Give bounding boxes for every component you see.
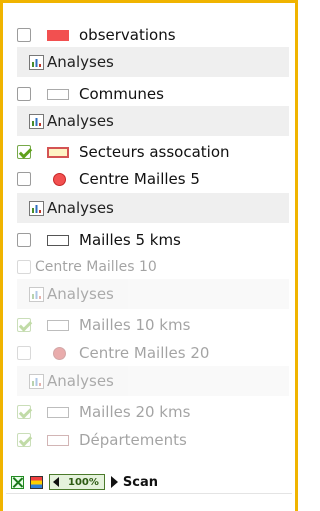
layer-checkbox-communes[interactable] (17, 87, 31, 101)
analyses-label: Analyses (47, 285, 114, 303)
layer-row-mailles5: Mailles 5 kms (17, 227, 287, 253)
palette-icon[interactable] (30, 475, 43, 489)
layer-checkbox-mailles5[interactable] (17, 233, 31, 247)
layer-checkbox-observations[interactable] (17, 28, 31, 42)
layer-panel: observations Analyses Communes Analyses … (0, 0, 298, 511)
layer-checkbox-departements[interactable] (17, 433, 31, 447)
analyses-chart-icon (29, 113, 44, 129)
arrow-left-icon[interactable] (53, 477, 59, 487)
layer-label-centre10: Centre Mailles 10 (35, 259, 157, 275)
analyses-row-communes[interactable]: Analyses (17, 106, 289, 136)
layer-label-centre20: Centre Mailles 20 (79, 344, 210, 362)
legend-point-icon (53, 346, 66, 360)
zoom-control[interactable]: 100% (49, 474, 105, 490)
analyses-chart-icon (29, 54, 44, 70)
select-all-icon[interactable] (11, 475, 24, 489)
layer-checkbox-centre5[interactable] (17, 172, 31, 186)
layer-row-observations: observations (17, 22, 287, 48)
zoom-value: 100% (68, 476, 99, 488)
analyses-label: Analyses (47, 53, 114, 71)
layer-checkbox-centre10[interactable] (17, 260, 31, 274)
layer-checkbox-centre20[interactable] (17, 346, 31, 360)
analyses-chart-icon (29, 200, 44, 216)
analyses-row-centre10[interactable]: Analyses (17, 279, 289, 309)
layer-checkbox-mailles10[interactable] (17, 318, 31, 332)
layer-label-communes: Communes (79, 85, 164, 103)
footer-controls: 100% Scan (11, 473, 158, 491)
layer-row-mailles10: Mailles 10 kms (17, 312, 287, 338)
legend-swatch-icon (47, 234, 69, 246)
analyses-label: Analyses (47, 199, 114, 217)
layer-label-secteurs: Secteurs assocation (79, 143, 230, 161)
analyses-row-centre5[interactable]: Analyses (17, 193, 289, 223)
layer-row-secteurs: Secteurs assocation (17, 139, 287, 165)
layer-label-mailles20: Mailles 20 kms (79, 403, 191, 421)
legend-swatch-icon (47, 146, 69, 158)
layer-row-departements: Départements (17, 427, 287, 453)
layer-row-centre20: Centre Mailles 20 (17, 340, 287, 366)
layer-row-communes: Communes (17, 81, 287, 107)
footer-divider (6, 493, 292, 494)
legend-swatch-icon (47, 88, 69, 100)
analyses-chart-icon (29, 286, 44, 302)
scan-button[interactable]: Scan (123, 475, 158, 490)
legend-swatch-icon (47, 319, 69, 331)
layer-label-mailles10: Mailles 10 kms (79, 316, 191, 334)
analyses-label: Analyses (47, 112, 114, 130)
layer-checkbox-secteurs[interactable] (17, 145, 31, 159)
layer-row-centre10: Centre Mailles 10 (17, 254, 287, 280)
layer-label-centre5: Centre Mailles 5 (79, 170, 200, 188)
legend-point-icon (53, 172, 66, 186)
layer-row-centre5: Centre Mailles 5 (17, 166, 287, 192)
legend-swatch-icon (47, 29, 69, 41)
analyses-chart-icon (29, 373, 44, 389)
layer-label-departements: Départements (79, 431, 187, 449)
analyses-row-centre20[interactable]: Analyses (17, 366, 289, 396)
analyses-label: Analyses (47, 372, 114, 390)
layer-checkbox-mailles20[interactable] (17, 405, 31, 419)
legend-swatch-icon (47, 406, 69, 418)
layer-row-mailles20: Mailles 20 kms (17, 399, 287, 425)
layer-label-mailles5: Mailles 5 kms (79, 231, 181, 249)
legend-swatch-icon (47, 434, 69, 446)
arrow-right-icon[interactable] (110, 476, 118, 488)
analyses-row-observations[interactable]: Analyses (17, 47, 289, 77)
layer-label-observations: observations (79, 26, 176, 44)
